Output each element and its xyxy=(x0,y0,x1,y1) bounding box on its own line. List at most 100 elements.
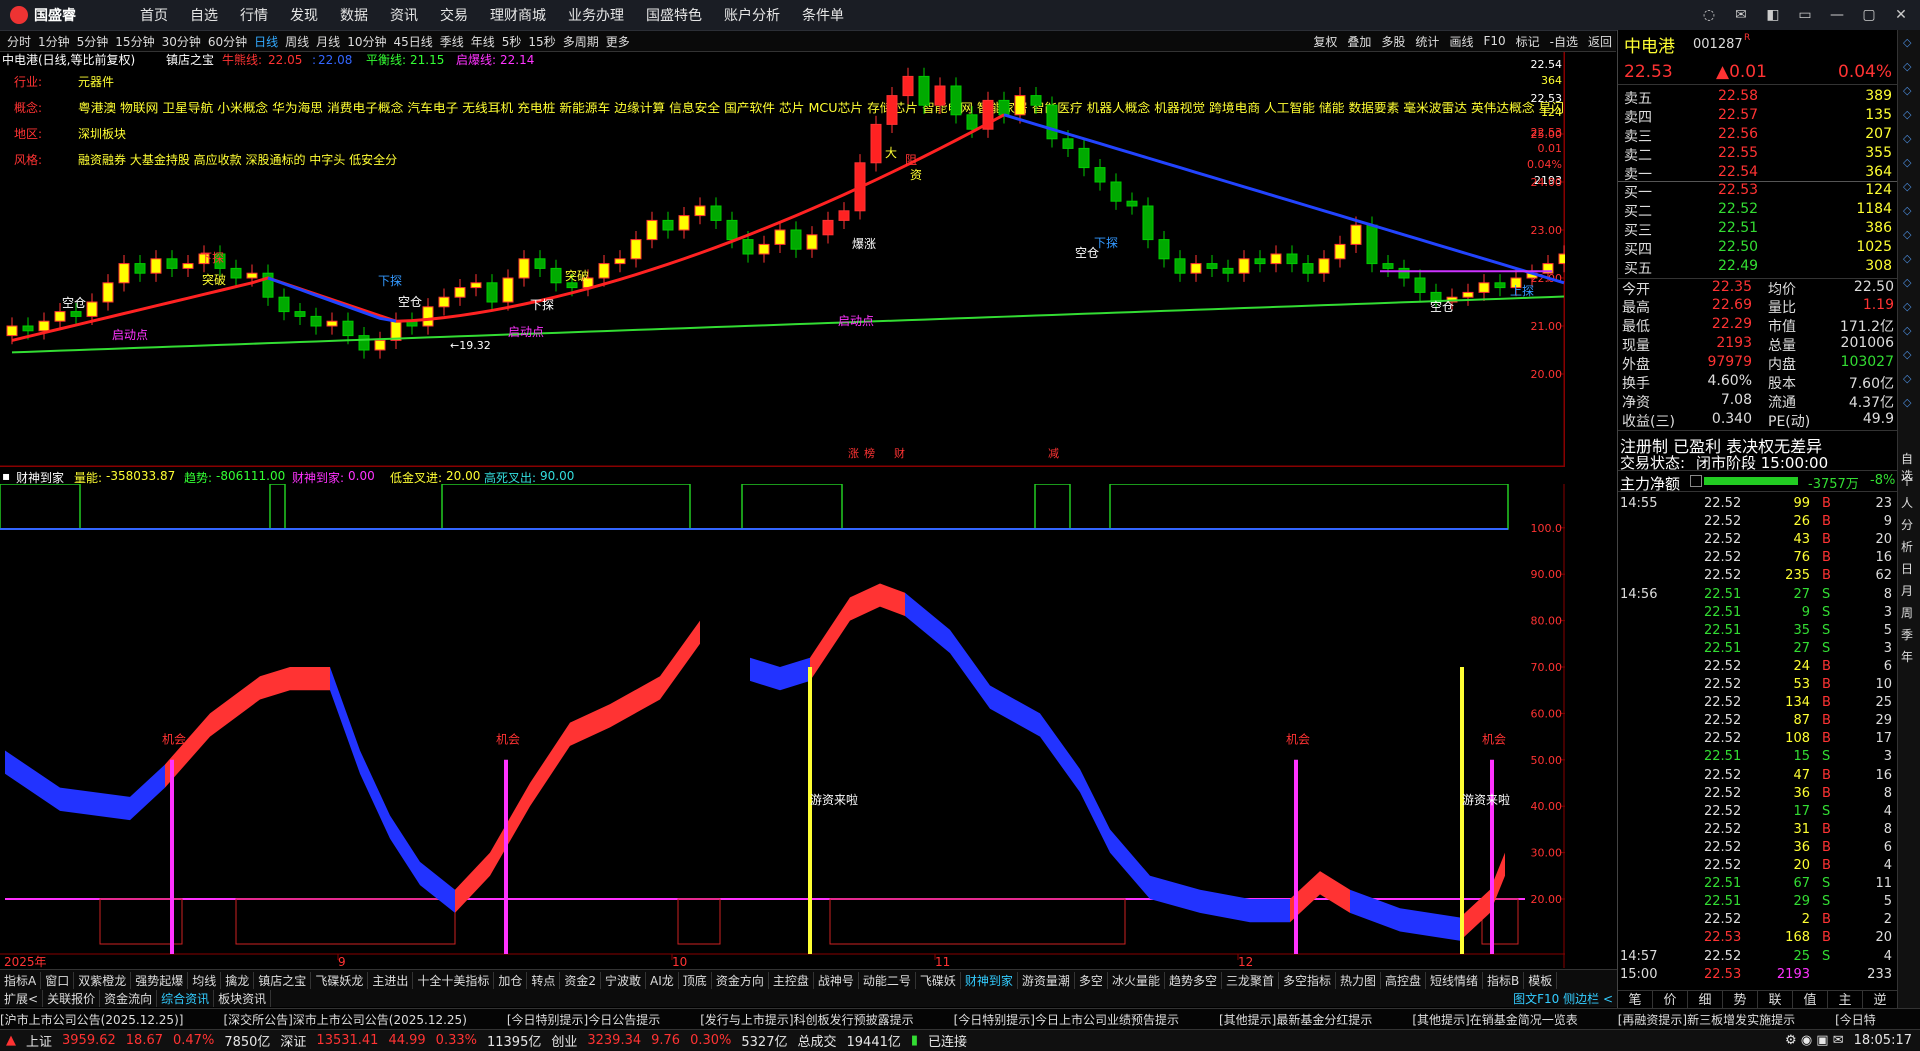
indicator-tab[interactable]: 冰火量能 xyxy=(1108,971,1165,989)
chart-tool-button[interactable]: 叠加 xyxy=(1347,33,1371,50)
news-item[interactable]: [再融资提示]新三板增发实施提示 xyxy=(1618,1011,1795,1028)
indicator-tab[interactable]: 窗口 xyxy=(41,971,75,989)
order-book-row[interactable]: 买三 22.51 386 xyxy=(1618,220,1898,239)
sidebar-toggle[interactable]: 图文F10 侧边栏 < xyxy=(1509,990,1617,1007)
cy-label[interactable]: 创业 xyxy=(551,1031,577,1050)
info-tab[interactable]: 板块资讯 xyxy=(214,989,272,1007)
side-strip-icon[interactable]: ◇ xyxy=(1903,108,1911,121)
side-strip-item[interactable]: 分 xyxy=(1901,516,1913,533)
info-tab[interactable]: 资金流向 xyxy=(100,989,158,1007)
side-strip-icon[interactable]: ◇ xyxy=(1903,252,1911,265)
side-strip-item[interactable]: 日 xyxy=(1901,560,1913,577)
side-strip-icon[interactable]: ◇ xyxy=(1903,60,1911,73)
side-strip-icon[interactable]: ◇ xyxy=(1903,132,1911,145)
indicator-tab[interactable]: 主控盘 xyxy=(769,971,814,989)
indicator-chart[interactable]: 100.0 90.00 80.00 70.00 60.00 50.00 40.00 30.00… xyxy=(0,484,1565,968)
indicator-tab[interactable]: 资金方向 xyxy=(712,971,769,989)
indicator-tab[interactable]: 顶底 xyxy=(679,971,712,989)
order-book-row[interactable]: 买二 22.52 1184 xyxy=(1618,201,1898,220)
status-tray-icons[interactable]: ⚙ ◉ ▣ ✉ xyxy=(1785,1033,1844,1048)
chat-icon[interactable]: ◌ xyxy=(1698,4,1720,26)
news-item[interactable]: [今日特别提示]今日公告提示 xyxy=(507,1011,660,1028)
side-strip-icon[interactable]: ◇ xyxy=(1903,156,1911,169)
chart-tool-button[interactable]: F10 xyxy=(1483,34,1505,48)
chart-tool-button[interactable]: -自选 xyxy=(1550,33,1578,50)
kline-chart[interactable]: 中电港(日线,等比前复权) 镇店之宝 牛熊线: 22.05 : 22.08 平衡… xyxy=(0,52,1565,467)
side-strip-icon[interactable]: ◇ xyxy=(1903,348,1911,361)
news-item[interactable]: [今日特别提示]今日上市公司业绩预告提示 xyxy=(954,1011,1179,1028)
order-book-row[interactable]: 卖三 22.56 207 xyxy=(1618,126,1898,145)
top-menu-item[interactable]: 账户分析 xyxy=(724,5,780,25)
period-tab[interactable]: 日线 xyxy=(254,33,278,50)
top-menu-item[interactable]: 行情 xyxy=(240,5,268,25)
layout-icon[interactable]: ▭ xyxy=(1794,4,1816,26)
indicator-tab[interactable]: 镇店之宝 xyxy=(254,971,312,989)
maximize-icon[interactable]: ▢ xyxy=(1858,4,1880,26)
period-tab[interactable]: 季线 xyxy=(440,33,464,50)
indicator-tab[interactable]: 动能二号 xyxy=(859,971,916,989)
indicator-tab[interactable]: 指标B xyxy=(1483,971,1525,989)
period-tab[interactable]: 45日线 xyxy=(393,33,432,50)
side-strip-icon[interactable]: ◇ xyxy=(1903,204,1911,217)
order-book-row[interactable]: 买五 22.49 308 xyxy=(1618,258,1898,277)
indicator-tab[interactable]: 转点 xyxy=(527,971,561,989)
top-menu-item[interactable]: 发现 xyxy=(290,5,318,25)
indicator-tab[interactable]: 多空 xyxy=(1075,971,1108,989)
chart-tool-button[interactable]: 复权 xyxy=(1313,33,1337,50)
indicator-tab[interactable]: 加仓 xyxy=(494,971,528,989)
indicator-tab[interactable]: 十全十美指标 xyxy=(413,971,495,989)
flow-toggle-icon[interactable] xyxy=(1690,475,1702,487)
ind-square-icon[interactable]: ▪ xyxy=(2,469,10,483)
info-tab[interactable]: 综合资讯 xyxy=(157,989,215,1007)
side-strip-item[interactable]: 月 xyxy=(1901,582,1913,599)
indicator-tab[interactable]: 多空指标 xyxy=(1279,971,1336,989)
side-strip-icon[interactable]: ◇ xyxy=(1903,324,1911,337)
indicator-tab[interactable]: 三龙聚首 xyxy=(1222,971,1279,989)
indicator-tab[interactable]: 模板 xyxy=(1524,971,1558,989)
top-menu-item[interactable]: 首页 xyxy=(140,5,168,25)
side-strip-item[interactable]: 季 xyxy=(1901,626,1913,643)
top-menu-item[interactable]: 自选 xyxy=(190,5,218,25)
period-tab[interactable]: 分时 xyxy=(7,33,31,50)
indicator-tab[interactable]: 资金2 xyxy=(560,971,602,989)
indicator-tab[interactable]: 主进出 xyxy=(368,971,414,989)
side-strip-icon[interactable]: ◇ xyxy=(1903,396,1911,409)
period-tab[interactable]: 年线 xyxy=(471,33,495,50)
chart-tool-button[interactable]: 画线 xyxy=(1449,33,1473,50)
top-menu-item[interactable]: 理财商城 xyxy=(490,5,546,25)
top-menu-item[interactable]: 数据 xyxy=(340,5,368,25)
top-menu-item[interactable]: 业务办理 xyxy=(568,5,624,25)
indicator-tab[interactable]: 飞碟妖 xyxy=(916,971,961,989)
order-book-row[interactable]: 买四 22.50 1025 xyxy=(1618,239,1898,258)
indicator-tab[interactable]: 短线情绪 xyxy=(1426,971,1484,989)
period-tab[interactable]: 60分钟 xyxy=(208,33,247,50)
side-strip-icon[interactable]: ◇ xyxy=(1903,276,1911,289)
indicator-tab[interactable]: 均线 xyxy=(188,971,222,989)
top-menu-item[interactable]: 交易 xyxy=(440,5,468,25)
order-book-row[interactable]: 卖四 22.57 135 xyxy=(1618,107,1898,126)
period-tab[interactable]: 10分钟 xyxy=(347,33,386,50)
chart-tool-button[interactable]: 统计 xyxy=(1415,33,1439,50)
indicator-tab[interactable]: 高控盘 xyxy=(1381,971,1427,989)
news-item[interactable]: [其他提示]最新基金分红提示 xyxy=(1219,1011,1372,1028)
period-tab[interactable]: 月线 xyxy=(316,33,340,50)
side-strip-icon[interactable]: ◇ xyxy=(1903,228,1911,241)
indicator-tab[interactable]: 飞碟妖龙 xyxy=(311,971,369,989)
order-book-row[interactable]: 卖五 22.58 389 xyxy=(1618,88,1898,107)
indicator-tab[interactable]: 财神到家 xyxy=(961,971,1018,989)
period-tab[interactable]: 15秒 xyxy=(528,33,555,50)
indicator-tab[interactable]: 擒龙 xyxy=(221,971,255,989)
side-strip-item[interactable]: 个 xyxy=(1901,472,1913,489)
news-item[interactable]: [发行与上市提示]科创板发行预披露提示 xyxy=(700,1011,913,1028)
close-icon[interactable]: ✕ xyxy=(1890,4,1912,26)
period-tab[interactable]: 1分钟 xyxy=(38,33,70,50)
message-icon[interactable]: ✉ xyxy=(1730,4,1752,26)
side-strip-icon[interactable]: ◇ xyxy=(1903,36,1911,49)
indicator-tab[interactable]: 战神号 xyxy=(814,971,859,989)
period-tab[interactable]: 多周期 xyxy=(563,33,599,50)
indicator-tab[interactable]: 双紫橙龙 xyxy=(74,971,132,989)
indicator-tab[interactable]: 强势起爆 xyxy=(131,971,189,989)
indicator-tab[interactable]: 指标A xyxy=(0,971,42,989)
chart-tool-button[interactable]: 多股 xyxy=(1381,33,1405,50)
indicator-tab[interactable]: 趋势多空 xyxy=(1165,971,1222,989)
